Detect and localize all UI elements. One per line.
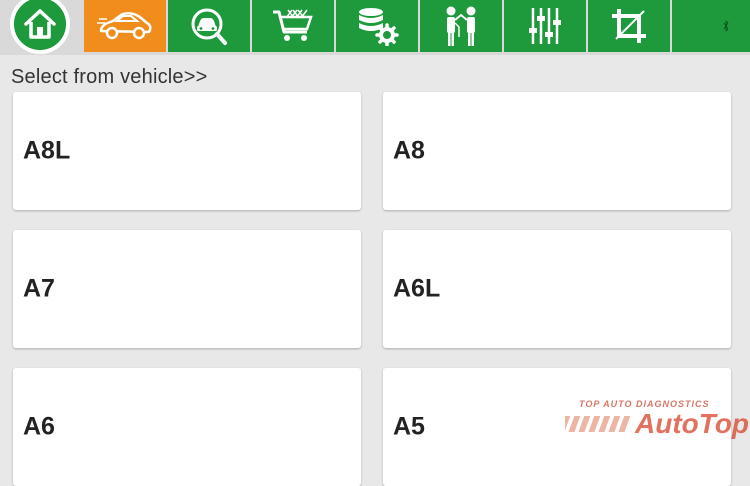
vehicle-card-label: A5 — [393, 412, 425, 441]
database-gear-icon — [359, 8, 399, 46]
home-button-circle — [10, 0, 70, 54]
car-icon — [97, 12, 152, 40]
vehicle-card-a5[interactable]: A5 — [383, 368, 731, 486]
tab-vehicle-search[interactable] — [168, 0, 250, 52]
crop-icon — [612, 9, 646, 43]
shopping-cart-icon — [273, 9, 313, 41]
tab-vehicle-diagnosis[interactable] — [84, 0, 166, 52]
tab-shop[interactable] — [252, 0, 334, 52]
tab-user-support[interactable] — [420, 0, 502, 52]
section-label: Select from vehicle>> — [11, 66, 208, 88]
tab-data-settings[interactable] — [336, 0, 418, 52]
bluetooth-icon — [723, 20, 729, 32]
tab-home[interactable] — [0, 0, 80, 54]
tab-crop-screenshot[interactable] — [588, 0, 670, 52]
vehicle-card-label: A6L — [393, 274, 441, 303]
top-toolbar — [0, 0, 750, 55]
vehicle-card-label: A6 — [23, 412, 55, 441]
vehicle-card-a8[interactable]: A8 — [383, 92, 731, 210]
vehicle-card-label: A8L — [23, 136, 71, 165]
vehicle-card-label: A8 — [393, 136, 425, 165]
vehicle-card-a6l[interactable]: A6L — [383, 230, 731, 348]
sliders-icon — [529, 8, 561, 44]
vehicle-card-label: A7 — [23, 274, 55, 303]
tab-bluetooth[interactable] — [672, 0, 750, 52]
tab-adjustments[interactable] — [504, 0, 586, 52]
car-search-icon — [191, 8, 227, 45]
vehicle-card-a8l[interactable]: A8L — [13, 92, 361, 210]
vehicle-card-a7[interactable]: A7 — [13, 230, 361, 348]
home-icon — [24, 9, 56, 39]
vehicle-card-a6[interactable]: A6 — [13, 368, 361, 486]
people-icon — [446, 6, 476, 46]
